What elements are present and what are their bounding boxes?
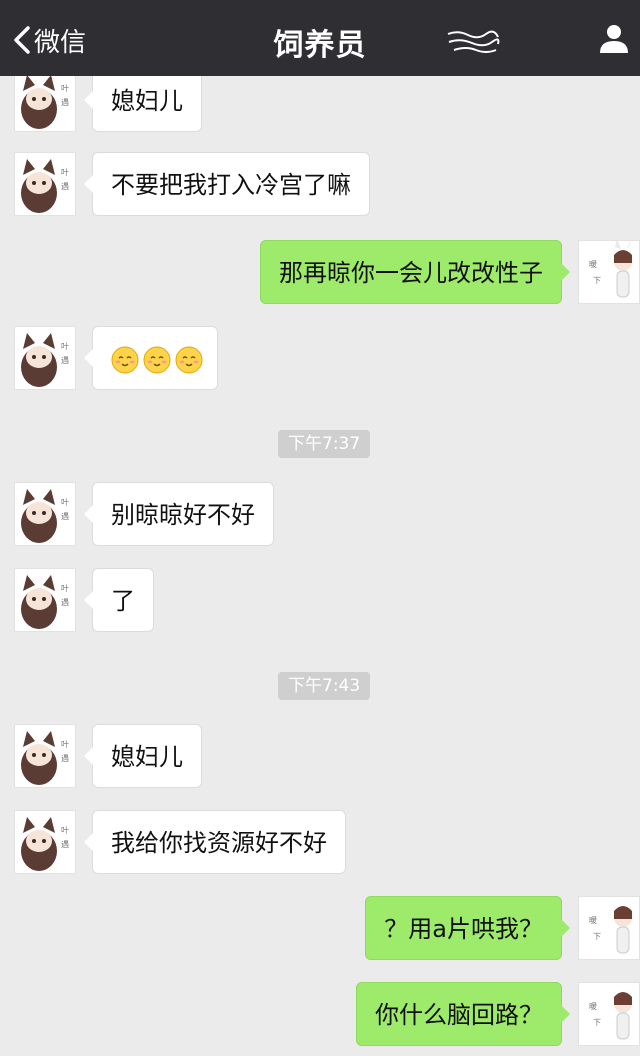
contact-avatar-image: 叶 遇 [21, 76, 69, 129]
self-avatar-image: 暖 下 [589, 906, 632, 954]
timestamp: 下午7:37 [278, 430, 371, 458]
svg-text:下: 下 [593, 932, 601, 941]
outgoing-message[interactable]: ？用a片哄我？ [365, 896, 570, 960]
incoming-message[interactable]: 媳妇儿 [84, 724, 202, 788]
incoming-message[interactable]: 了 [84, 568, 154, 632]
contact-avatar-image: 叶 遇 [21, 333, 69, 387]
timestamp: 下午7:43 [278, 672, 371, 700]
svg-text:叶: 叶 [61, 342, 69, 351]
svg-text:叶: 叶 [61, 740, 69, 749]
svg-text:暖: 暖 [589, 916, 597, 925]
contact-avatar[interactable]: 叶 遇 [14, 482, 76, 546]
self-avatar[interactable]: 暖 下 [578, 982, 640, 1046]
outgoing-message[interactable]: 那再晾你一会儿改改性子 [260, 240, 570, 304]
self-avatar-image: 暖 下 [589, 241, 632, 298]
chat-title: 饲养员 [273, 28, 367, 63]
svg-text:叶: 叶 [61, 168, 69, 177]
incoming-emoji-message[interactable] [84, 326, 218, 390]
scribble-icon [447, 30, 500, 53]
svg-text:遇: 遇 [61, 754, 69, 763]
self-avatar[interactable]: 暖 下 [578, 896, 640, 960]
contact-avatar-image: 叶 遇 [21, 575, 69, 629]
incoming-message[interactable]: 我给你找资源好不好 [84, 810, 346, 874]
contact-avatar[interactable]: 叶 遇 [14, 724, 76, 788]
svg-text:遇: 遇 [61, 840, 69, 849]
svg-text:遇: 遇 [61, 182, 69, 191]
contact-avatar[interactable]: 叶 遇 [14, 326, 76, 390]
svg-text:遇: 遇 [61, 98, 69, 107]
svg-text:暖: 暖 [589, 260, 597, 269]
svg-text:遇: 遇 [61, 598, 69, 607]
svg-text:遇: 遇 [61, 356, 69, 365]
smile-emoji [175, 346, 203, 374]
svg-text:下: 下 [593, 1018, 601, 1027]
self-avatar-image: 暖 下 [589, 992, 632, 1040]
navigation-bar: 微信 饲养员 [0, 0, 640, 76]
outgoing-message[interactable]: 你什么脑回路？ [356, 982, 570, 1046]
svg-text:遇: 遇 [61, 512, 69, 521]
incoming-message[interactable]: 不要把我打入冷宫了嘛 [84, 152, 370, 216]
svg-text:叶: 叶 [61, 826, 69, 835]
smile-emoji [143, 346, 171, 374]
contact-avatar-image: 叶 遇 [21, 489, 69, 543]
contact-avatar-image: 叶 遇 [21, 159, 69, 213]
incoming-message[interactable]: 别晾晾好不好 [84, 482, 274, 546]
svg-text:暖: 暖 [589, 1002, 597, 1011]
contact-avatar[interactable]: 叶 遇 [14, 76, 76, 132]
contact-avatar[interactable]: 叶 遇 [14, 152, 76, 216]
svg-text:叶: 叶 [61, 498, 69, 507]
svg-text:叶: 叶 [61, 84, 69, 93]
contact-avatar-image: 叶 遇 [21, 731, 69, 785]
self-avatar[interactable]: 暖 下 [578, 240, 640, 304]
contact-avatar-image: 叶 遇 [21, 817, 69, 871]
contact-avatar[interactable]: 叶 遇 [14, 568, 76, 632]
person-icon[interactable] [598, 22, 630, 54]
svg-text:下: 下 [593, 276, 601, 285]
smile-emoji [111, 346, 139, 374]
contact-avatar[interactable]: 叶 遇 [14, 810, 76, 874]
incoming-message[interactable]: 媳妇儿 [84, 76, 202, 132]
svg-text:叶: 叶 [61, 584, 69, 593]
chat-area[interactable]: 叶 遇 媳妇儿 叶 遇 不要把我打入冷宫了嘛 那再晾你一会儿改改性子 暖 下 叶… [0, 76, 640, 1056]
